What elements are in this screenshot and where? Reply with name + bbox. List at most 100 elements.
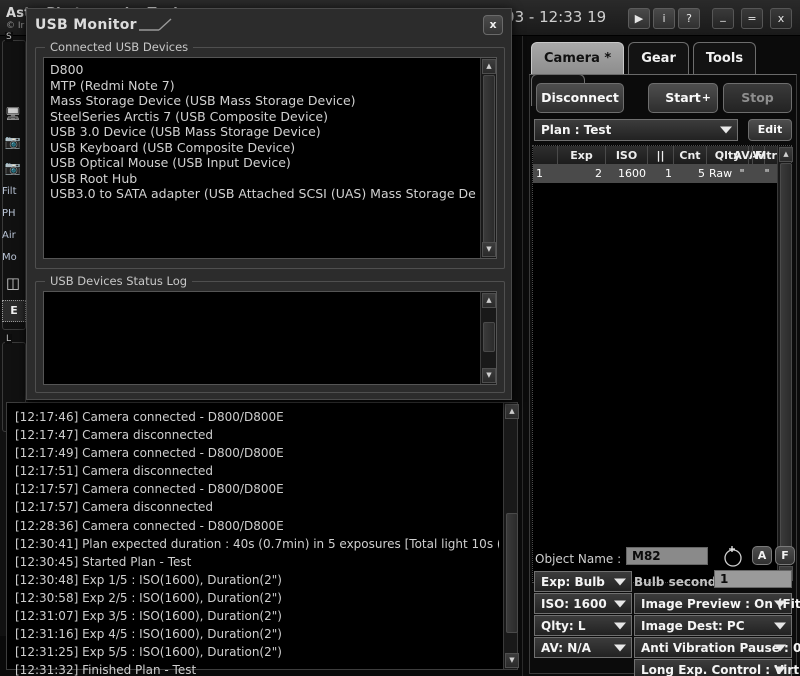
cell-av: " bbox=[739, 167, 745, 180]
scroll-thumb[interactable] bbox=[483, 322, 495, 352]
plan-select[interactable]: Plan : Test bbox=[534, 119, 738, 141]
scroll-down-arrow[interactable]: ▼ bbox=[482, 242, 496, 257]
restore-button[interactable]: = bbox=[741, 8, 763, 29]
layers-icon[interactable]: ◫ bbox=[3, 274, 23, 292]
cell-fltr: " bbox=[764, 167, 770, 180]
list-item[interactable]: Mass Storage Device (USB Mass Storage De… bbox=[50, 93, 476, 109]
col-fltr[interactable]: Fltr bbox=[753, 146, 779, 165]
tab-gear[interactable]: Gear bbox=[628, 42, 689, 74]
focus-button[interactable]: F bbox=[775, 546, 795, 565]
minimize-button[interactable]: _ bbox=[712, 8, 734, 29]
cell-iso: 1600 bbox=[618, 167, 646, 180]
strip-selected-item[interactable]: E bbox=[2, 300, 26, 322]
image-preview-select[interactable]: Image Preview : On (Fit) bbox=[634, 593, 800, 614]
scroll-up-arrow[interactable]: ▲ bbox=[482, 59, 496, 74]
chevron-down-icon bbox=[614, 622, 626, 629]
col-par[interactable]: || bbox=[648, 146, 674, 165]
table-row[interactable]: 1 2 1600 1 5 Raw " " bbox=[533, 165, 777, 183]
col-av-label[interactable]: AV bbox=[731, 146, 753, 165]
disconnect-button[interactable]: Disconnect bbox=[536, 83, 624, 113]
chevron-down-icon bbox=[614, 578, 626, 585]
panel-tabs: Camera * Gear Tools Img bbox=[531, 42, 800, 106]
exposure-select[interactable]: Exp: Bulb bbox=[534, 571, 632, 592]
strip-label-mo[interactable]: Mo bbox=[2, 252, 28, 263]
plan-table-scrollbar[interactable]: ▲ ▼ bbox=[777, 146, 793, 582]
scroll-down-arrow[interactable]: ▼ bbox=[505, 653, 519, 668]
info-button[interactable]: i bbox=[653, 8, 675, 29]
camera-tab-content: Disconnect Start + Stop Plan : Test Edit… bbox=[529, 74, 800, 676]
scroll-up-arrow[interactable]: ▲ bbox=[482, 293, 496, 308]
auto-button[interactable]: A bbox=[752, 546, 772, 565]
exposure-select-value: Exp: Bulb bbox=[541, 574, 605, 589]
cell-par: 1 bbox=[665, 167, 672, 180]
plan-select-value: Plan : Test bbox=[541, 123, 612, 137]
log-line: [12:17:57] Camera disconnected bbox=[15, 500, 214, 515]
col-index[interactable] bbox=[533, 146, 558, 165]
image-dest-value: Image Dest: PC bbox=[641, 618, 745, 633]
devices-scrollbar[interactable]: ▲ ▼ bbox=[480, 58, 496, 258]
log-line: [12:30:41] Plan expected duration : 40s … bbox=[15, 536, 499, 551]
scroll-thumb[interactable] bbox=[780, 163, 792, 553]
strip-label-filt[interactable]: Filt bbox=[2, 186, 28, 197]
list-item[interactable]: D800 bbox=[50, 62, 476, 78]
dialog-drag-handle[interactable] bbox=[137, 17, 187, 33]
object-name-input[interactable]: M82 bbox=[626, 547, 708, 565]
camera-panel: Camera * Gear Tools Img Disconnect Start… bbox=[522, 36, 800, 676]
scroll-down-arrow[interactable]: ▼ bbox=[482, 368, 496, 383]
status-log-list[interactable]: ▲ ▼ bbox=[43, 291, 497, 385]
camera-icon[interactable]: 📷 bbox=[3, 134, 23, 152]
iso-select[interactable]: ISO: 1600 bbox=[534, 593, 632, 614]
list-item[interactable]: USB Optical Mouse (USB Input Device) bbox=[50, 155, 476, 171]
anti-vibration-select[interactable]: Anti Vibration Pause : 0s bbox=[634, 637, 800, 658]
scroll-thumb[interactable] bbox=[483, 75, 495, 243]
monitor-icon[interactable]: 🖥 bbox=[3, 106, 23, 124]
help-button[interactable]: ? bbox=[678, 8, 700, 29]
scroll-up-arrow[interactable]: ▲ bbox=[779, 147, 793, 162]
connected-devices-list[interactable]: D800 MTP (Redmi Note 7) Mass Storage Dev… bbox=[43, 57, 497, 259]
list-item[interactable]: USB 3.0 Device (USB Mass Storage Device) bbox=[50, 124, 476, 140]
stop-button[interactable]: Stop bbox=[723, 83, 792, 113]
left-group-log-label: L bbox=[5, 334, 13, 344]
status-log-scrollbar[interactable]: ▲ ▼ bbox=[480, 292, 496, 384]
chevron-down-icon bbox=[614, 644, 626, 651]
col-exp[interactable]: Exp bbox=[558, 146, 606, 165]
log-line: [12:30:58] Exp 2/5 : ISO(1600), Duration… bbox=[15, 590, 282, 605]
log-scrollbar[interactable]: ▲ ▼ bbox=[503, 403, 519, 669]
chevron-down-icon bbox=[720, 126, 732, 134]
tab-tools[interactable]: Tools bbox=[692, 42, 757, 74]
log-lines: [12:17:46] Camera connected - D800/D800E… bbox=[15, 408, 499, 676]
tab-camera[interactable]: Camera * bbox=[531, 42, 625, 74]
strip-label-air[interactable]: Air bbox=[2, 230, 28, 241]
quality-select[interactable]: Qlty: L bbox=[534, 615, 632, 636]
list-item[interactable]: USB3.0 to SATA adapter (USB Attached SCS… bbox=[50, 186, 476, 202]
list-item[interactable]: SteelSeries Arctis 7 (USB Composite Devi… bbox=[50, 109, 476, 125]
usb-monitor-dialog: USB Monitor x Connected USB Devices D800… bbox=[26, 8, 512, 400]
edit-plan-button[interactable]: Edit bbox=[748, 119, 792, 141]
list-item[interactable]: MTP (Redmi Note 7) bbox=[50, 78, 476, 94]
start-button[interactable]: Start + bbox=[648, 83, 718, 113]
chevron-down-icon bbox=[774, 600, 786, 607]
scroll-up-arrow[interactable]: ▲ bbox=[505, 404, 519, 419]
crosshair-circle-icon[interactable] bbox=[720, 545, 746, 569]
close-button[interactable]: x bbox=[770, 8, 792, 29]
bulb-seconds-input[interactable]: 1 bbox=[714, 570, 792, 588]
camera-icon-2[interactable]: 📷 bbox=[3, 160, 23, 178]
log-line: [12:31:25] Exp 5/5 : ISO(1600), Duration… bbox=[15, 645, 282, 660]
chevron-down-icon bbox=[774, 666, 786, 673]
list-item[interactable]: USB Keyboard (USB Composite Device) bbox=[50, 140, 476, 156]
dialog-close-button[interactable]: x bbox=[483, 15, 503, 35]
image-dest-select[interactable]: Image Dest: PC bbox=[634, 615, 792, 636]
log-line: [12:31:16] Exp 4/5 : ISO(1600), Duration… bbox=[15, 627, 282, 642]
col-iso[interactable]: ISO bbox=[606, 146, 648, 165]
long-exposure-select[interactable]: Long Exp. Control : Virtual bbox=[634, 659, 800, 676]
list-item[interactable]: USB Root Hub bbox=[50, 171, 476, 187]
object-name-value: M82 bbox=[632, 549, 661, 563]
col-cnt[interactable]: Cnt bbox=[674, 146, 707, 165]
aperture-select-value: AV: N/A bbox=[541, 640, 591, 655]
run-button[interactable]: ▶ bbox=[628, 8, 650, 29]
strip-label-ph[interactable]: PH bbox=[2, 208, 28, 219]
scroll-thumb[interactable] bbox=[506, 513, 518, 633]
aperture-select[interactable]: AV: N/A bbox=[534, 637, 632, 658]
app-subtitle: © Ir bbox=[6, 21, 25, 31]
plan-table[interactable]: Exp ISO || Cnt Qlty AV AV Fltr 1 2 1600 … bbox=[532, 145, 793, 583]
